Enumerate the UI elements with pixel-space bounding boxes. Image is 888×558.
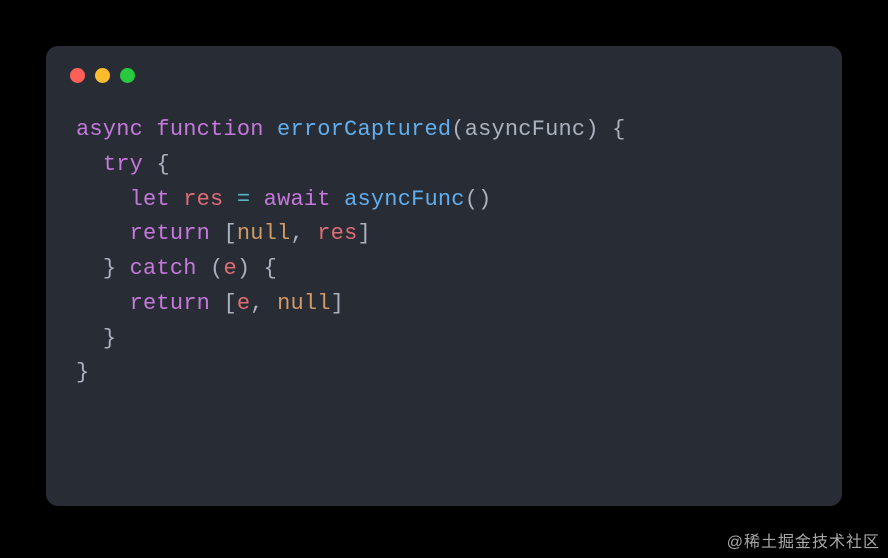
code-token: let [130, 187, 170, 212]
code-token: asyncFunc [344, 187, 465, 212]
code-token: [ [223, 221, 236, 246]
code-token: , [290, 221, 317, 246]
code-token: try [103, 152, 143, 177]
code-token [210, 221, 223, 246]
code-token [76, 326, 103, 351]
code-token: return [130, 221, 210, 246]
code-token: errorCaptured [277, 117, 451, 142]
code-token: res [183, 187, 223, 212]
code-token: null [237, 221, 291, 246]
code-token [76, 291, 130, 316]
code-token: () [465, 187, 492, 212]
code-token: { [156, 152, 169, 177]
code-token: async [76, 117, 143, 142]
code-token [264, 117, 277, 142]
close-icon [70, 68, 85, 83]
code-token: } [76, 360, 89, 385]
code-token [197, 256, 210, 281]
code-token: { [264, 256, 277, 281]
code-token: } [103, 326, 116, 351]
code-token: , [250, 291, 277, 316]
code-token [599, 117, 612, 142]
code-token [250, 187, 263, 212]
code-token: ( [451, 117, 464, 142]
code-token: ( [210, 256, 223, 281]
code-token: ] [331, 291, 344, 316]
code-token: ) [237, 256, 250, 281]
code-token: null [277, 291, 331, 316]
code-token [331, 187, 344, 212]
code-token [170, 187, 183, 212]
code-token [143, 117, 156, 142]
code-token [76, 221, 130, 246]
code-token: res [317, 221, 357, 246]
code-token: asyncFunc [465, 117, 586, 142]
code-token [76, 187, 130, 212]
code-token [210, 291, 223, 316]
window-titlebar [46, 46, 842, 83]
code-token [76, 152, 103, 177]
watermark-text: @稀土掘金技术社区 [727, 528, 880, 552]
code-token [143, 152, 156, 177]
code-token: function [156, 117, 263, 142]
code-token: { [612, 117, 625, 142]
code-token: e [223, 256, 236, 281]
code-token: ] [357, 221, 370, 246]
code-token: } [103, 256, 116, 281]
code-token: [ [223, 291, 236, 316]
code-token: ) [585, 117, 598, 142]
code-token [116, 256, 129, 281]
zoom-icon [120, 68, 135, 83]
code-token: = [237, 187, 250, 212]
code-block: async function errorCaptured(asyncFunc) … [46, 83, 842, 411]
code-token: return [130, 291, 210, 316]
code-token [76, 256, 103, 281]
code-token [223, 187, 236, 212]
code-token [250, 256, 263, 281]
minimize-icon [95, 68, 110, 83]
code-token: catch [130, 256, 197, 281]
code-window: async function errorCaptured(asyncFunc) … [46, 46, 842, 506]
code-token: e [237, 291, 250, 316]
code-token: await [264, 187, 331, 212]
